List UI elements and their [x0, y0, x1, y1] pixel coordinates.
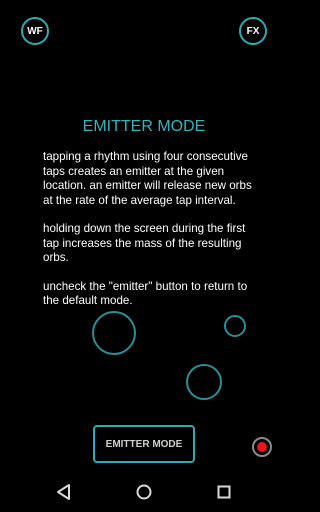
- recents-square-icon[interactable]: [214, 482, 234, 502]
- wf-button[interactable]: WF: [21, 17, 49, 45]
- emitter-mode-button[interactable]: EMITTER MODE: [93, 425, 195, 463]
- home-circle-icon[interactable]: [134, 482, 154, 502]
- mode-title: EMITTER MODE: [82, 118, 206, 135]
- back-triangle-icon[interactable]: [54, 482, 74, 502]
- instruction-paragraph: tapping a rhythm using four consecutive …: [43, 150, 252, 207]
- orb: [186, 364, 222, 400]
- record-button[interactable]: [252, 437, 272, 457]
- instructions: tapping a rhythm using four consecutive …: [43, 150, 253, 323]
- instruction-paragraph: uncheck the "emitter" button to return t…: [43, 279, 248, 308]
- instruction-paragraph: holding down the screen during the first…: [43, 222, 246, 264]
- navigation-bar: [0, 472, 288, 512]
- record-dot-icon: [257, 442, 267, 452]
- fx-button[interactable]: FX: [239, 17, 267, 45]
